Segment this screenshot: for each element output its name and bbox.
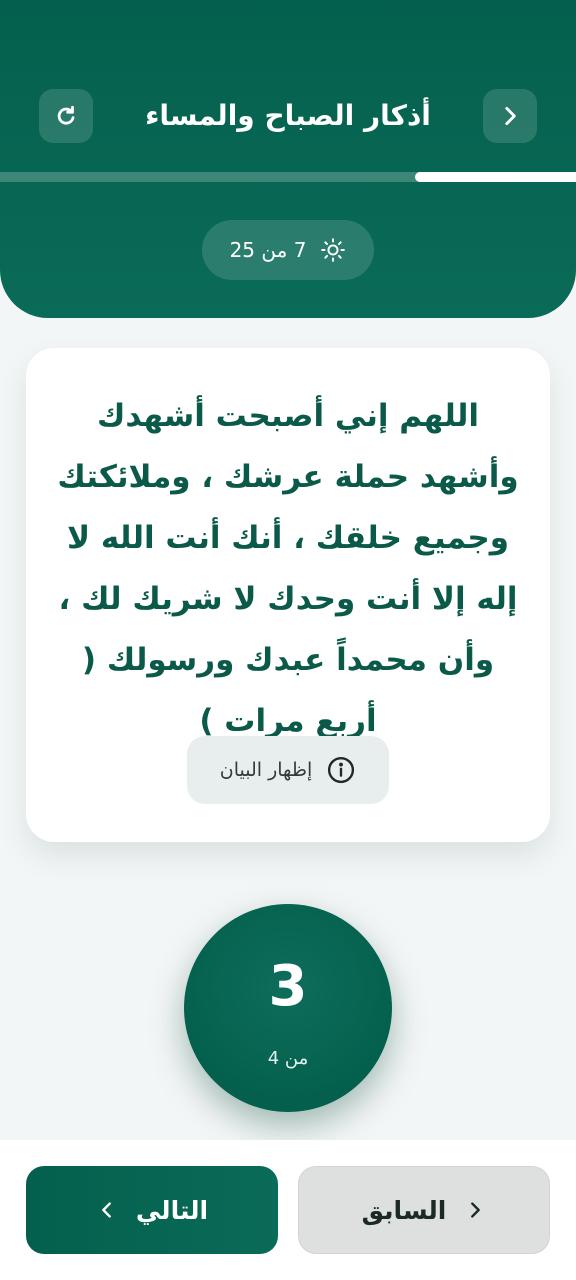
show-explanation-button[interactable]: إظهار البيان (187, 736, 389, 804)
progress-bar (0, 172, 576, 182)
previous-button[interactable]: السابق (298, 1166, 550, 1254)
page-title: أذكار الصباح والمساء (145, 99, 431, 132)
chevron-right-icon (471, 1202, 481, 1218)
refresh-icon (57, 105, 75, 125)
dhikr-text: اللهم إني أصبحت أشهدك وأشهد حملة عرشك ، … (57, 398, 519, 739)
previous-label: السابق (361, 1195, 447, 1225)
footer-nav: السابق التالي (0, 1140, 576, 1280)
next-button[interactable]: التالي (26, 1166, 278, 1254)
dhikr-count-badge: 7 من 25 (202, 220, 374, 280)
back-button[interactable] (483, 89, 537, 143)
dhikr-card: اللهم إني أصبحت أشهدك وأشهد حملة عرشك ، … (26, 348, 550, 842)
sun-icon (321, 238, 346, 262)
dhikr-count-text: 7 من 25 (229, 238, 307, 262)
refresh-button[interactable] (39, 89, 93, 143)
info-icon (328, 756, 355, 784)
chevron-left-icon (102, 1202, 111, 1218)
header: أذكار الصباح والمساء 7 من 25 (0, 0, 576, 318)
counter-current: 3 (268, 954, 308, 1019)
show-explanation-label: إظهار البيان (219, 759, 313, 781)
chevron-right-icon (505, 107, 516, 125)
tap-counter[interactable]: 3 من 4 (184, 904, 392, 1112)
next-label: التالي (135, 1195, 209, 1225)
counter-total: من 4 (267, 1048, 309, 1069)
progress-fill (414, 172, 576, 182)
